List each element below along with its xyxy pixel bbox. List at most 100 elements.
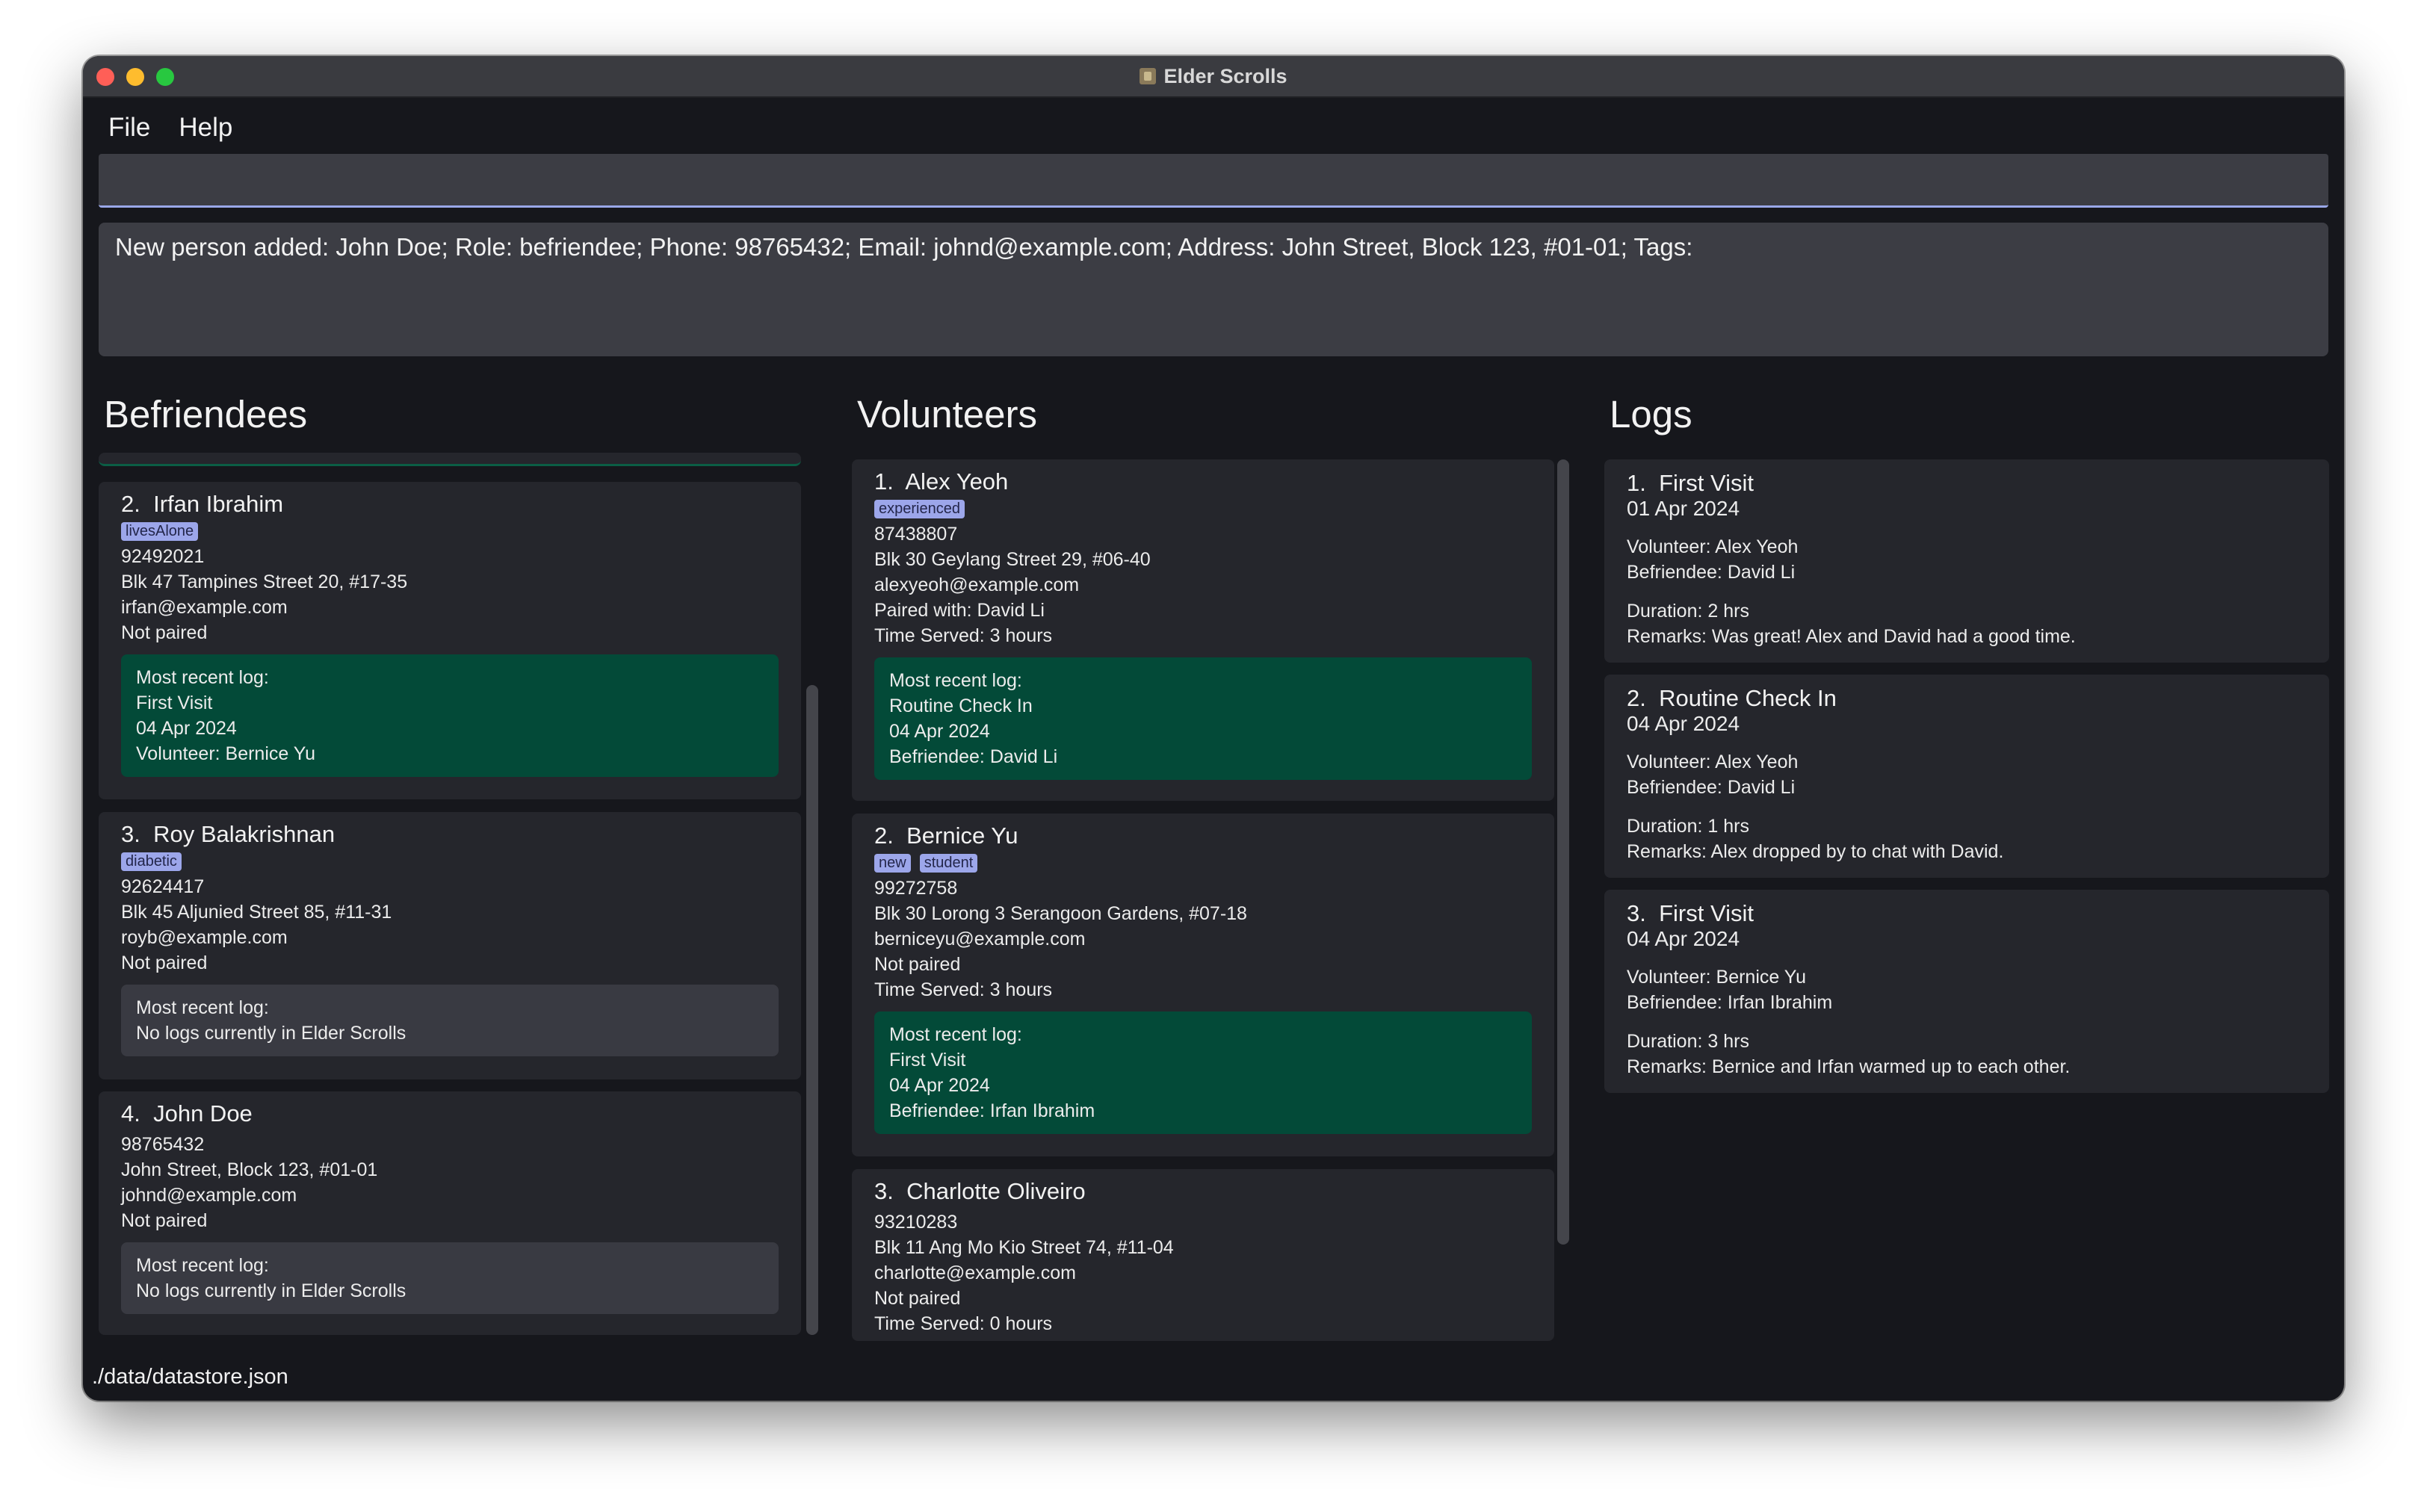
- recent-log: Most recent log: No logs currently in El…: [121, 1242, 779, 1314]
- email: irfan@example.com: [121, 597, 288, 618]
- recent-log-date: 04 Apr 2024: [889, 721, 990, 742]
- befriendee-card[interactable]: 3. Roy Balakrishnan diabetic 92624417 Bl…: [99, 812, 801, 1079]
- log-duration: Duration: 1 hrs: [1627, 816, 1749, 837]
- log-volunteer: Volunteer: Bernice Yu: [1627, 967, 1806, 988]
- log-date: 04 Apr 2024: [1627, 712, 1740, 735]
- log-duration: Duration: 2 hrs: [1627, 601, 1749, 622]
- volunteer-card[interactable]: 2. Bernice Yu new student 99272758 Blk 3…: [852, 814, 1554, 1156]
- log-befriendee: Befriendee: David Li: [1627, 562, 1796, 583]
- log-card[interactable]: 2. Routine Check In 04 Apr 2024 Voluntee…: [1604, 675, 2329, 878]
- pairing-status: Not paired: [874, 1288, 961, 1309]
- person-name: Roy Balakrishnan: [153, 821, 336, 847]
- person-name: Charlotte Oliveiro: [906, 1178, 1086, 1204]
- logs-title: Logs: [1610, 393, 1692, 436]
- pairing-status: Not paired: [874, 954, 961, 975]
- address: Blk 47 Tampines Street 20, #17-35: [121, 571, 408, 592]
- phone: 98765432: [121, 1134, 205, 1155]
- log-card[interactable]: 3. First Visit 04 Apr 2024 Volunteer: Be…: [1604, 890, 2329, 1093]
- tag: student: [919, 854, 978, 873]
- befriendee-card[interactable]: 2. Irfan Ibrahim livesAlone 92492021 Blk…: [99, 482, 801, 799]
- tag: experienced: [874, 500, 965, 518]
- recent-log: Most recent log: First Visit 04 Apr 2024…: [874, 1011, 1532, 1134]
- recent-log-header: Most recent log:: [889, 1024, 1022, 1045]
- pairing-status: Not paired: [121, 622, 208, 643]
- befriendee-scrollbar[interactable]: [806, 685, 818, 1335]
- recent-log-date: 04 Apr 2024: [889, 1075, 990, 1096]
- person-name: John Doe: [153, 1100, 253, 1127]
- maximize-window-button[interactable]: [156, 68, 174, 86]
- email: alexyeoh@example.com: [874, 574, 1080, 595]
- recent-log-header: Most recent log:: [889, 670, 1022, 691]
- card-index: 3.: [1627, 900, 1646, 926]
- person-name: Irfan Ibrahim: [153, 491, 284, 517]
- phone: 92624417: [121, 876, 205, 897]
- log-remarks: Remarks: Was great! Alex and David had a…: [1627, 626, 2076, 647]
- close-window-button[interactable]: [96, 68, 114, 86]
- tag: new: [874, 854, 911, 873]
- card-index: 4.: [121, 1100, 140, 1127]
- pairing-status: Not paired: [121, 952, 208, 973]
- card-index: 1.: [874, 468, 894, 495]
- menu-help[interactable]: Help: [179, 113, 232, 143]
- phone: 87438807: [874, 524, 958, 545]
- log-title: Routine Check In: [1659, 685, 1837, 711]
- card-index: 3.: [874, 1178, 894, 1204]
- log-remarks: Remarks: Bernice and Irfan warmed up to …: [1627, 1056, 2071, 1077]
- log-date: 04 Apr 2024: [1627, 927, 1740, 950]
- minimize-window-button[interactable]: [126, 68, 144, 86]
- recent-log: Most recent log: Routine Check In 04 Apr…: [874, 657, 1532, 780]
- recent-log: Most recent log: No logs currently in El…: [121, 985, 779, 1056]
- card-index: 3.: [121, 821, 140, 847]
- email: johnd@example.com: [121, 1185, 297, 1206]
- log-title: First Visit: [1659, 900, 1754, 926]
- phone: 92492021: [121, 546, 205, 567]
- address: John Street, Block 123, #01-01: [121, 1159, 378, 1180]
- menu-file[interactable]: File: [108, 113, 150, 143]
- email: royb@example.com: [121, 927, 288, 948]
- log-title: First Visit: [1659, 470, 1754, 496]
- recent-log-title: First Visit: [136, 693, 213, 713]
- card-index: 1.: [1627, 470, 1646, 496]
- befriendee-card[interactable]: 4. John Doe 98765432 John Street, Block …: [99, 1091, 801, 1335]
- recent-log-header: Most recent log:: [136, 997, 269, 1018]
- recent-log-person: Befriendee: David Li: [889, 746, 1058, 767]
- volunteer-card[interactable]: 1. Alex Yeoh experienced 87438807 Blk 30…: [852, 459, 1554, 801]
- recent-log-person: Befriendee: Irfan Ibrahim: [889, 1100, 1095, 1121]
- recent-log-date: 04 Apr 2024: [136, 718, 237, 739]
- time-served: Time Served: 3 hours: [874, 979, 1053, 1000]
- email: charlotte@example.com: [874, 1262, 1076, 1283]
- log-date: 01 Apr 2024: [1627, 497, 1740, 520]
- volunteer-scrollbar[interactable]: [1557, 459, 1569, 1245]
- card-index: 2.: [121, 491, 140, 517]
- recent-log-empty: No logs currently in Elder Scrolls: [136, 1280, 406, 1301]
- person-name: Bernice Yu: [906, 822, 1018, 849]
- address: Blk 30 Geylang Street 29, #06-40: [874, 549, 1151, 570]
- menu-bar: File Help: [83, 98, 2344, 158]
- email: berniceyu@example.com: [874, 929, 1086, 949]
- recent-log-header: Most recent log:: [136, 1255, 269, 1276]
- phone: 99272758: [874, 878, 958, 899]
- address: Blk 30 Lorong 3 Serangoon Gardens, #07-1…: [874, 903, 1247, 924]
- result-display: New person added: John Doe; Role: befrie…: [99, 223, 2328, 356]
- log-volunteer: Volunteer: Alex Yeoh: [1627, 536, 1799, 557]
- log-befriendee: Befriendee: David Li: [1627, 777, 1796, 798]
- status-bar-path: ./data/datastore.json: [92, 1365, 288, 1389]
- volunteer-card[interactable]: 3. Charlotte Oliveiro 93210283 Blk 11 An…: [852, 1169, 1554, 1341]
- address: Blk 45 Aljunied Street 85, #11-31: [121, 902, 392, 923]
- recent-log: Most recent log: First Visit 04 Apr 2024…: [121, 654, 779, 777]
- address: Blk 11 Ang Mo Kio Street 74, #11-04: [874, 1237, 1174, 1258]
- list-item-partial: [99, 453, 801, 466]
- recent-log-header: Most recent log:: [136, 667, 269, 688]
- recent-log-title: Routine Check In: [889, 695, 1033, 716]
- phone: 93210283: [874, 1212, 958, 1233]
- tag: livesAlone: [121, 522, 199, 541]
- app-window: Elder Scrolls File Help New person added…: [83, 56, 2344, 1401]
- log-card[interactable]: 1. First Visit 01 Apr 2024 Volunteer: Al…: [1604, 459, 2329, 663]
- app-icon: [1140, 68, 1157, 84]
- card-index: 2.: [1627, 685, 1646, 711]
- pairing-status: Not paired: [121, 1210, 208, 1231]
- command-input[interactable]: [99, 154, 2328, 208]
- recent-log-person: Volunteer: Bernice Yu: [136, 743, 315, 764]
- volunteers-title: Volunteers: [857, 393, 1038, 436]
- recent-log-title: First Visit: [889, 1050, 966, 1071]
